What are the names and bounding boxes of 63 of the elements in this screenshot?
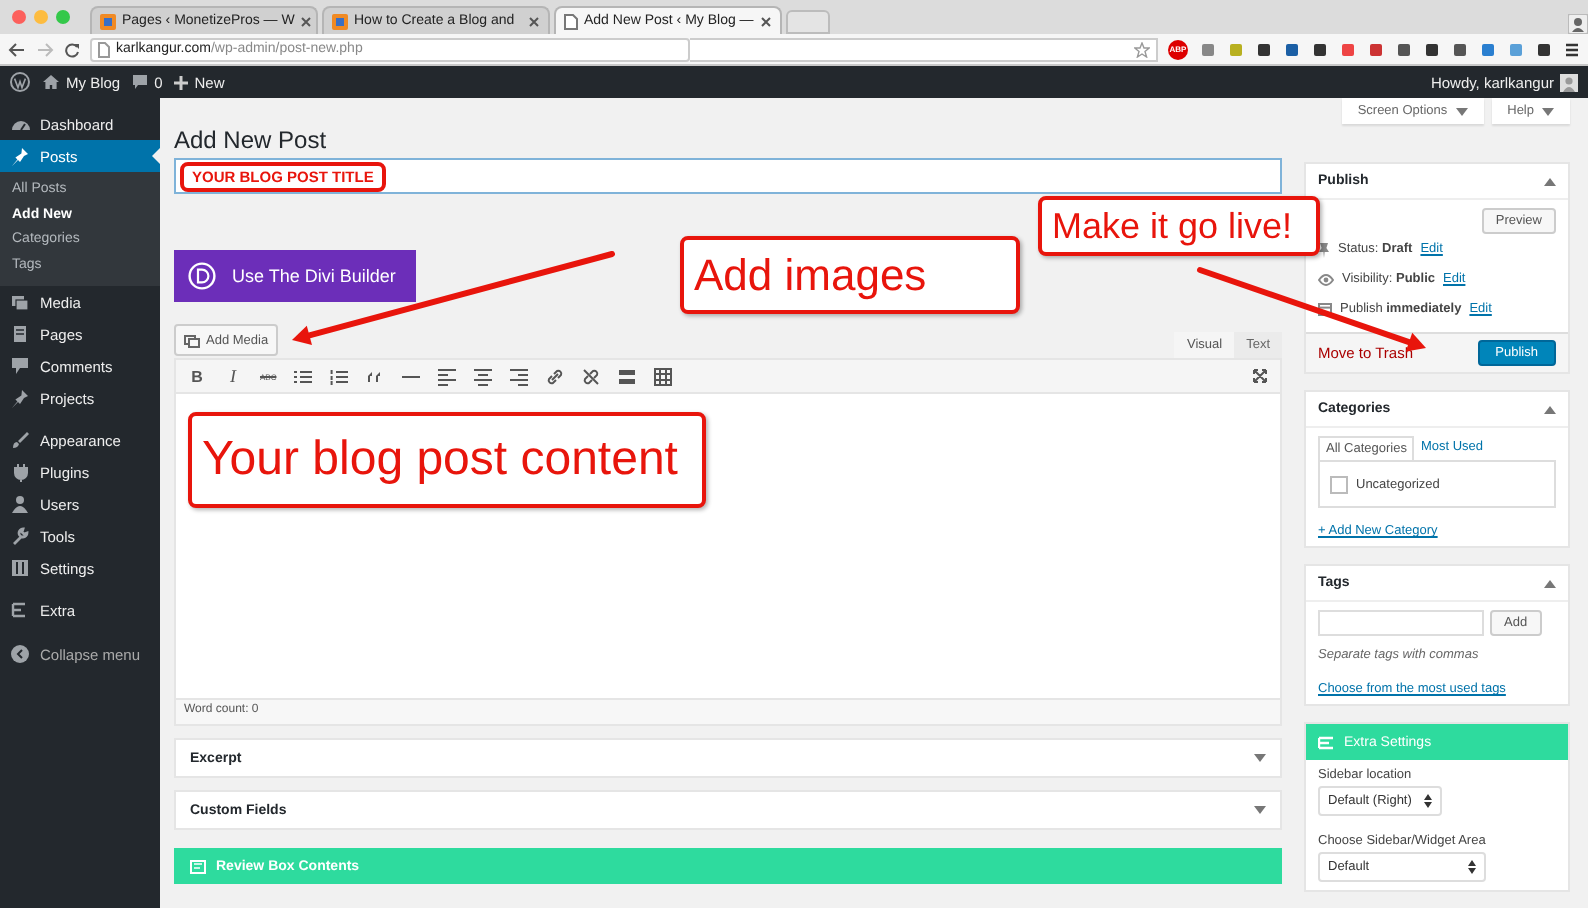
- person-icon: [10, 494, 30, 514]
- callout-label: Add images: [680, 236, 1020, 314]
- caret-down-icon[interactable]: [1455, 107, 1468, 115]
- box-icon: [190, 859, 206, 873]
- pin-icon: [10, 388, 30, 408]
- avatar-icon: [1560, 73, 1578, 91]
- user-icon[interactable]: [1568, 14, 1588, 34]
- checkbox[interactable]: [1330, 475, 1348, 493]
- caret-down-icon[interactable]: [1254, 806, 1266, 814]
- caret-up-icon[interactable]: [1544, 177, 1556, 185]
- page-title: Add New Post: [174, 126, 329, 158]
- home-icon: [42, 74, 60, 90]
- plus-icon: [174, 75, 189, 89]
- caret-down-icon[interactable]: [1254, 754, 1266, 762]
- align-right-icon[interactable]: [510, 367, 529, 385]
- divi-builder-button[interactable]: Use The Divi Builder: [174, 250, 416, 302]
- calendar-icon: [1318, 302, 1332, 316]
- favicon-icon: [100, 13, 116, 29]
- align-center-icon[interactable]: [474, 367, 493, 385]
- link-icon[interactable]: [546, 367, 565, 385]
- pin-icon: [1318, 241, 1330, 257]
- menu-icon[interactable]: [1564, 41, 1580, 57]
- close-icon[interactable]: [300, 15, 313, 27]
- italic-button[interactable]: I: [224, 366, 242, 386]
- plug-icon: [10, 462, 30, 482]
- align-left-icon[interactable]: [438, 367, 457, 385]
- tag-input[interactable]: [1318, 610, 1484, 636]
- list-icon: [10, 600, 30, 620]
- list-icon: [1318, 735, 1334, 749]
- star-icon[interactable]: [1134, 41, 1150, 57]
- pin-icon: [10, 146, 30, 166]
- quote-icon[interactable]: [366, 367, 385, 385]
- numbered-list-icon[interactable]: [330, 367, 349, 385]
- page-icon: [10, 324, 30, 344]
- collapse-icon: [10, 644, 30, 664]
- fullscreen-icon[interactable]: [1252, 368, 1268, 384]
- favicon-icon: [332, 13, 348, 29]
- read-more-icon[interactable]: [618, 367, 637, 385]
- reload-icon[interactable]: [64, 41, 80, 57]
- brush-icon: [10, 430, 30, 450]
- bullet-list-icon[interactable]: [294, 367, 313, 385]
- page-icon: [564, 13, 578, 29]
- page-icon: [98, 41, 110, 57]
- speech-bubble-icon: [132, 74, 149, 90]
- updown-icon: [1423, 794, 1432, 808]
- caret-up-icon[interactable]: [1544, 579, 1556, 587]
- media-icon: [184, 333, 200, 347]
- callout-label: Your blog post content: [188, 412, 706, 508]
- close-icon[interactable]: [528, 15, 540, 27]
- toolbar-toggle-icon[interactable]: [654, 367, 673, 385]
- divi-logo-icon: [188, 262, 216, 290]
- caret-down-icon[interactable]: [1542, 107, 1554, 115]
- callout-label: Make it go live!: [1038, 196, 1321, 256]
- caret-up-icon[interactable]: [1544, 405, 1556, 413]
- bold-button[interactable]: B: [188, 367, 206, 385]
- updown-icon: [1468, 860, 1476, 874]
- speech-bubble-icon: [10, 356, 30, 376]
- wordpress-logo-icon[interactable]: [10, 72, 30, 92]
- unlink-icon[interactable]: [582, 367, 601, 385]
- back-icon[interactable]: [8, 41, 26, 57]
- close-icon[interactable]: [760, 15, 772, 27]
- wrench-icon: [10, 526, 30, 546]
- eye-icon: [1318, 273, 1334, 285]
